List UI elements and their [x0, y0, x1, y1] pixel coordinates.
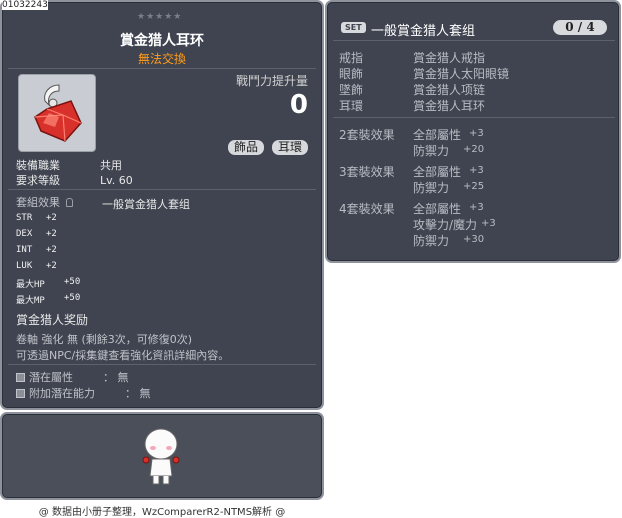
item-id-label: 01032243: [2, 0, 48, 10]
level-value: Lv. 60: [100, 174, 133, 187]
combat-power-value: 0: [289, 90, 308, 120]
item-icon-frame: [18, 74, 96, 152]
effect-value: +25: [463, 181, 485, 192]
set-part-slot: 墜飾: [339, 83, 364, 97]
set-effect-label: 套組效果: [16, 196, 60, 209]
stat-row: 最大HP +50: [16, 277, 81, 290]
set-effect-4-label: 4套裝效果: [339, 202, 395, 216]
stat-row: LUK +2: [16, 261, 57, 271]
tag-accessory: 飾品: [228, 140, 265, 155]
set-info-panel: SET 一般賞金猎人套组 0 / 4 戒指 賞金猎人戒指 眼飾 賞金猎人太阳眼镜…: [325, 0, 621, 263]
effect-stat: 全部屬性: [413, 202, 462, 216]
effect-value: +3: [469, 165, 484, 176]
set-part-slot: 眼飾: [339, 67, 364, 81]
job-label: 裝備職業: [16, 159, 60, 172]
set-count: 0 / 4: [553, 20, 607, 35]
level-row: 要求等級 Lv. 60: [16, 172, 133, 188]
item-tooltip-panel: ★★★★★ 賞金猎人耳环 無法交換 戰鬥力提升量 0 飾品 耳環 裝備職業 共用 …: [0, 0, 324, 410]
divider: [8, 68, 316, 69]
bonus-potential-row: 附加潛在能力： 無: [16, 385, 151, 401]
footer-credit: @ 数据由小册子整理，WzComparerR2-NTMS解析 @: [38, 507, 286, 518]
effect-value: +20: [463, 144, 485, 155]
divider: [8, 364, 316, 365]
stat-row: DEX +2: [16, 229, 57, 239]
enhance-info: 可透過NPC/採集鍵查看強化資訊詳細內容。: [16, 349, 230, 362]
set-effect-row: 套組效果: [16, 194, 73, 210]
potential-bullet-icon: [16, 373, 25, 382]
set-part-item: 賞金猎人项链: [413, 83, 486, 97]
effect-stat: 全部屬性: [413, 128, 462, 142]
scroll-info: 卷軸 強化 無 (剩餘3次，可修復0次): [16, 333, 193, 346]
effect-value: +3: [469, 202, 484, 213]
effect-value: +3: [481, 218, 496, 229]
bonus-potential-bullet-icon: [16, 389, 25, 398]
set-effect-2-label: 2套裝效果: [339, 128, 395, 142]
divider: [333, 40, 615, 41]
stat-row: 最大MP +50: [16, 293, 81, 306]
earring-icon: [34, 84, 82, 142]
combat-power-label: 戰鬥力提升量: [235, 74, 308, 88]
tag-earring: 耳環: [272, 140, 309, 155]
stat-row: INT +2: [16, 245, 57, 255]
item-title: 賞金猎人耳环: [120, 33, 204, 49]
effect-value: +30: [463, 234, 485, 245]
set-part-item: 賞金猎人耳环: [413, 99, 486, 113]
set-part-item: 賞金猎人戒指: [413, 51, 486, 65]
level-label: 要求等級: [16, 174, 60, 187]
job-value: 共用: [100, 159, 122, 172]
effect-value: +3: [469, 128, 484, 139]
set-effect-3-label: 3套裝效果: [339, 165, 395, 179]
set-name: 一般賞金猎人套组: [102, 198, 190, 211]
divider: [8, 189, 316, 190]
trade-restriction: 無法交換: [137, 52, 186, 66]
set-part-slot: 戒指: [339, 51, 364, 65]
star-rating: ★★★★★: [137, 12, 183, 22]
effect-stat: 防禦力: [413, 181, 450, 195]
effect-stat: 攻擊力/魔力: [413, 218, 478, 232]
lock-icon: [65, 198, 73, 207]
potential-row: 潛在屬性： 無: [16, 369, 129, 385]
character-preview-panel: [0, 412, 324, 500]
set-part-slot: 耳環: [339, 99, 364, 113]
stat-row: STR +2: [16, 213, 57, 223]
reward-label: 賞金猎人奖励: [16, 313, 89, 327]
effect-stat: 防禦力: [413, 234, 450, 248]
job-row: 裝備職業 共用: [16, 157, 122, 173]
set-part-item: 賞金猎人太阳眼镜: [413, 67, 510, 81]
set-title: 一般賞金猎人套组: [371, 24, 476, 39]
effect-stat: 全部屬性: [413, 165, 462, 179]
set-badge: SET: [341, 22, 366, 33]
effect-stat: 防禦力: [413, 144, 450, 158]
divider: [333, 117, 615, 118]
character-avatar-icon: [142, 428, 180, 485]
